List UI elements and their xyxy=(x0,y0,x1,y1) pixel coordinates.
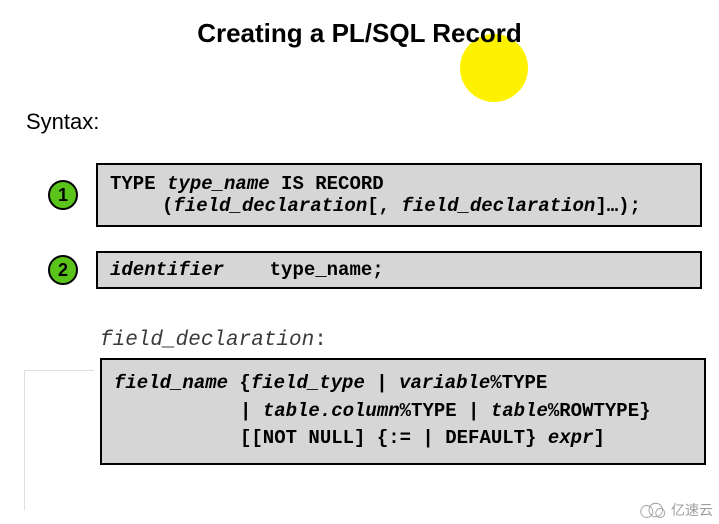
code-text: | xyxy=(240,400,263,422)
code-text: TYPE xyxy=(110,173,167,195)
step-badge-2: 2 xyxy=(48,255,78,285)
cloud-icon xyxy=(637,500,667,520)
code-line: field_name {field_type | variable%TYPE xyxy=(114,370,692,398)
code-text: { xyxy=(228,372,251,394)
code-italic: identifier xyxy=(110,259,224,281)
code-box-1: TYPE type_name IS RECORD (field_declarat… xyxy=(96,163,702,227)
code-italic: field_name xyxy=(114,372,228,394)
code-italic: type_name xyxy=(167,173,270,195)
code-text: %ROWTYPE} xyxy=(548,400,651,422)
code-text: ( xyxy=(162,195,173,217)
label-colon: : xyxy=(314,329,327,352)
syntax-block-1: 1 TYPE type_name IS RECORD (field_declar… xyxy=(48,163,719,227)
code-line: TYPE type_name IS RECORD xyxy=(110,173,688,195)
code-italic: table xyxy=(491,400,548,422)
code-text: ; xyxy=(372,259,383,281)
code-line: [[NOT NULL] {:= | DEFAULT} expr] xyxy=(240,425,692,453)
syntax-label: Syntax: xyxy=(26,109,719,135)
watermark-text: 亿速云 xyxy=(671,500,713,520)
page-title: Creating a PL/SQL Record xyxy=(0,18,719,49)
code-italic: field_declaration xyxy=(401,195,595,217)
code-text: %TYPE | xyxy=(400,400,491,422)
label-italic: field_declaration xyxy=(100,329,314,352)
code-text: [[NOT NULL] {:= | DEFAULT} xyxy=(240,427,548,449)
faint-border xyxy=(24,370,94,510)
code-italic: field_type xyxy=(251,372,365,394)
code-text: [, xyxy=(367,195,401,217)
code-line: (field_declaration[, field_declaration]…… xyxy=(162,195,688,217)
code-text: type_name xyxy=(270,259,373,281)
code-text: | xyxy=(365,372,399,394)
code-italic: expr xyxy=(548,427,594,449)
code-italic: field_declaration xyxy=(173,195,367,217)
code-text: %TYPE xyxy=(490,372,547,394)
step-badge-1: 1 xyxy=(48,180,78,210)
code-box-3: field_name {field_type | variable%TYPE |… xyxy=(100,358,706,465)
code-text: ]…); xyxy=(595,195,641,217)
syntax-block-2: 2 identifier type_name; xyxy=(48,251,719,289)
field-declaration-label: field_declaration: xyxy=(100,329,719,352)
code-line: | table.column%TYPE | table%ROWTYPE} xyxy=(240,398,692,426)
code-text xyxy=(224,259,270,281)
code-text: IS RECORD xyxy=(270,173,384,195)
watermark: 亿速云 xyxy=(637,500,713,520)
code-text: ] xyxy=(593,427,604,449)
code-italic: table.column xyxy=(263,400,400,422)
code-box-2: identifier type_name; xyxy=(96,251,702,289)
code-italic: variable xyxy=(399,372,490,394)
